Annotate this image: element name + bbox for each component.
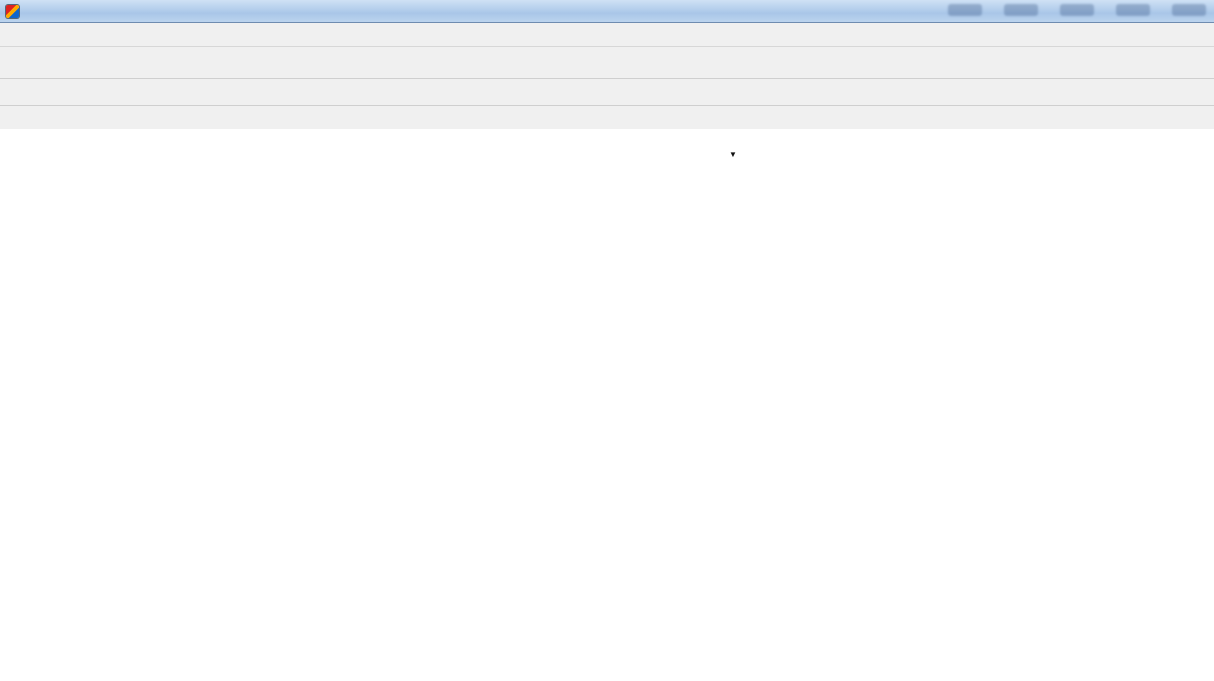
title-bar[interactable] [0, 0, 1214, 23]
icon-toolbar [0, 79, 1214, 106]
app-icon [6, 5, 19, 18]
main-toolbar [0, 47, 1214, 79]
titlebar-buttons[interactable] [948, 4, 1206, 16]
menu-bar [0, 23, 1214, 47]
kline-chart-area[interactable]: ▼ [0, 129, 1214, 681]
chart-canvas[interactable] [0, 129, 1214, 681]
